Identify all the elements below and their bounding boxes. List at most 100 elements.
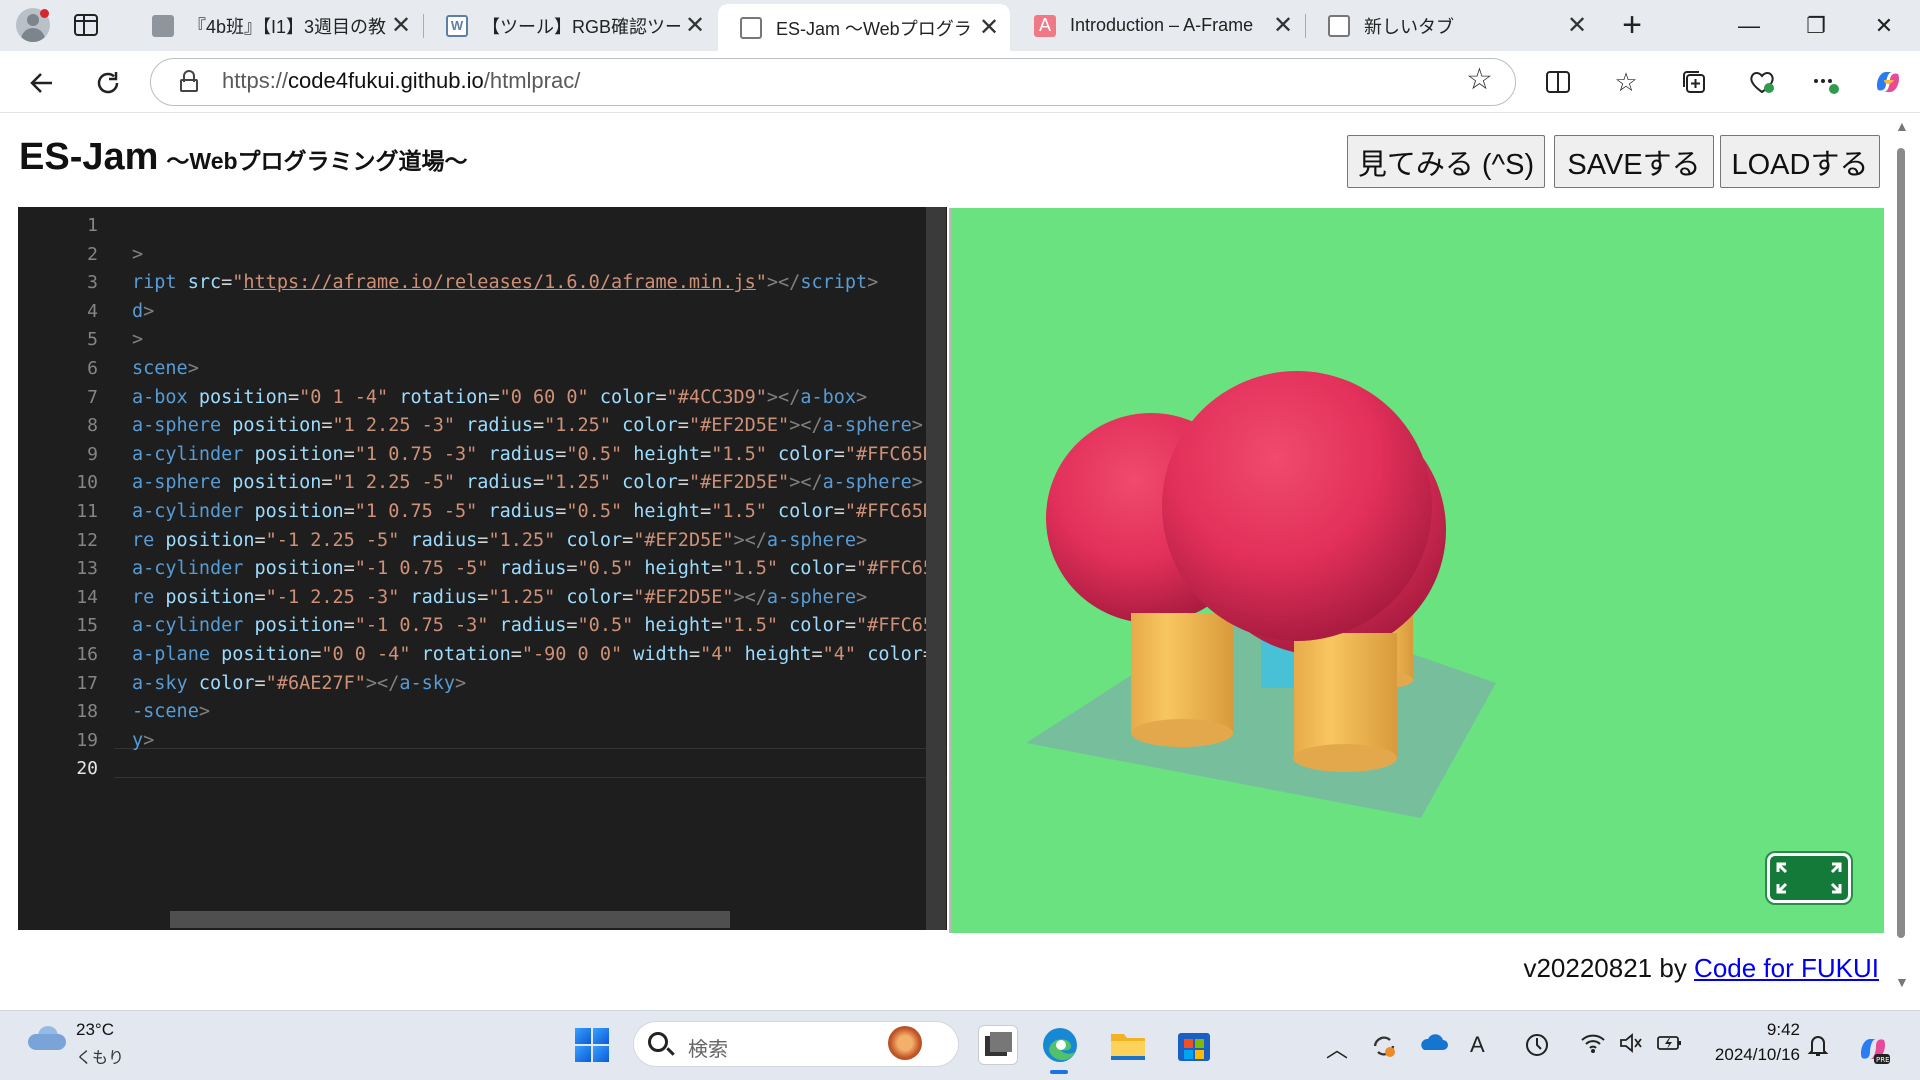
tab-close-icon[interactable]: ✕: [1268, 11, 1298, 40]
code-line[interactable]: d>: [132, 301, 154, 322]
new-tab-button[interactable]: +: [1614, 8, 1650, 44]
code-line[interactable]: a-sphere position="1 2.25 -5" radius="1.…: [132, 472, 923, 493]
tab-4[interactable]: A Introduction – A-Frame ✕: [1012, 0, 1304, 51]
taskbar-date[interactable]: 2024/10/16: [1700, 1045, 1800, 1065]
code-line[interactable]: re position="-1 2.25 -3" radius="1.25" c…: [132, 587, 867, 608]
sync-icon[interactable]: [1370, 1032, 1398, 1066]
code-token: "1.25": [488, 586, 567, 608]
code-token: >: [198, 701, 210, 723]
onedrive-cloud-icon[interactable]: [1418, 1032, 1448, 1060]
tab-3[interactable]: ES-Jam 〜Webプログラミン✕: [718, 4, 1010, 51]
browser-essentials-icon[interactable]: [1742, 62, 1782, 102]
code-line[interactable]: a-sphere position="1 2.25 -3" radius="1.…: [132, 415, 923, 436]
windows-start-icon[interactable]: [575, 1028, 609, 1062]
wifi-icon[interactable]: [1580, 1032, 1606, 1060]
scroll-up-arrow-icon[interactable]: ▲: [1895, 118, 1909, 134]
focus-assist-icon[interactable]: [1524, 1032, 1550, 1064]
code-line[interactable]: >: [132, 244, 143, 265]
code-line[interactable]: scene>: [132, 358, 199, 379]
line-number: 10: [76, 472, 98, 494]
code-line[interactable]: re position="-1 2.25 -5" radius="1.25" c…: [132, 530, 867, 551]
scroll-down-arrow-icon[interactable]: ▼: [1895, 974, 1909, 990]
code-for-fukui-link[interactable]: Code for FUKUI: [1694, 953, 1879, 983]
code-token: height: [633, 501, 701, 522]
code-line[interactable]: a-cylinder position="-1 0.75 -3" radius=…: [132, 615, 945, 636]
save-button[interactable]: SAVEする: [1554, 135, 1714, 188]
refresh-icon[interactable]: [88, 63, 128, 103]
code-token: ript: [132, 272, 188, 294]
code-line[interactable]: a-sky color="#6AE27F"></a-sky>: [132, 673, 466, 694]
code-token: "0.5": [566, 443, 634, 465]
code-token: "1.5": [722, 558, 790, 580]
code-token: >: [856, 586, 868, 608]
code-line[interactable]: >: [132, 329, 143, 350]
collections-icon[interactable]: [1674, 62, 1714, 102]
favorite-star-icon[interactable]: ☆: [1466, 62, 1493, 97]
tab-actions-icon[interactable]: [74, 14, 98, 36]
taskbar-clock[interactable]: 9:42: [1706, 1020, 1800, 1040]
fullscreen-button[interactable]: [1765, 851, 1853, 905]
load-button[interactable]: LOADする: [1720, 135, 1880, 188]
edge-browser-icon[interactable]: [1040, 1025, 1080, 1065]
code-token: a-sky: [399, 672, 456, 694]
battery-charging-icon[interactable]: [1656, 1032, 1684, 1060]
code-token: -scene: [132, 701, 199, 723]
lock-icon[interactable]: [180, 70, 198, 92]
tab-5[interactable]: 新しいタブ ✕: [1306, 0, 1598, 51]
task-view-icon[interactable]: [978, 1025, 1018, 1065]
window-close-button[interactable]: ✕: [1852, 0, 1916, 51]
tab-close-icon[interactable]: ✕: [1562, 11, 1592, 40]
file-explorer-icon[interactable]: [1108, 1025, 1148, 1065]
weather-condition[interactable]: くもり: [76, 1044, 124, 1068]
code-area[interactable]: > ript src="https://aframe.io/releases/1.…: [114, 207, 947, 930]
url-text[interactable]: https://code4fukui.github.io/htmlprac/: [222, 68, 580, 94]
newtab-icon: [1328, 14, 1350, 37]
code-token: =: [343, 558, 355, 580]
split-screen-icon[interactable]: [1538, 62, 1578, 102]
preview-button[interactable]: 見てみる (^S): [1347, 135, 1545, 188]
tab-close-icon[interactable]: ✕: [386, 11, 416, 40]
microsoft-store-icon[interactable]: [1174, 1025, 1214, 1065]
copilot-taskbar-icon[interactable]: PRE: [1856, 1032, 1890, 1072]
show-hidden-icons-chevron-icon[interactable]: ︿: [1326, 1032, 1348, 1064]
minimize-button[interactable]: —: [1717, 0, 1781, 51]
code-token: =: [677, 472, 689, 494]
code-line[interactable]: y>: [132, 730, 154, 751]
code-token: "#6AE27F": [265, 672, 366, 694]
code-line[interactable]: -scene>: [132, 701, 210, 722]
back-arrow-icon[interactable]: [22, 63, 62, 103]
input-method-icon[interactable]: A: [1470, 1032, 1485, 1058]
tab-close-icon[interactable]: ✕: [680, 11, 710, 40]
code-token: position: [221, 644, 311, 665]
maximize-button[interactable]: ❐: [1784, 0, 1848, 51]
code-line[interactable]: a-cylinder position="1 0.75 -3" radius="…: [132, 444, 934, 465]
code-token: radius: [466, 415, 533, 437]
volume-muted-icon[interactable]: [1618, 1032, 1644, 1060]
tab-1[interactable]: 『4b班』【I1】3週目の教材 ✕: [130, 0, 422, 51]
code-line[interactable]: ript src="https://aframe.io/releases/1.6…: [132, 272, 878, 293]
code-token: radius: [410, 529, 478, 551]
page-scroll-thumb[interactable]: [1897, 148, 1905, 938]
search-highlight-icon[interactable]: [888, 1026, 922, 1060]
copilot-icon[interactable]: [1868, 62, 1908, 102]
scene-preview[interactable]: [949, 208, 1884, 933]
tab-2[interactable]: W 【ツール】RGB確認ツール – N✕: [424, 0, 716, 51]
code-token: a-sphere: [822, 472, 912, 494]
code-token: =: [343, 615, 355, 637]
code-line[interactable]: a-plane position="0 0 -4" rotation="-90 …: [132, 644, 934, 665]
page-scrollbar[interactable]: ▲ ▼: [1894, 118, 1909, 998]
editor-vertical-scrollbar[interactable]: [926, 207, 946, 930]
code-line[interactable]: a-cylinder position="1 0.75 -5" radius="…: [132, 501, 934, 522]
weather-temperature[interactable]: 23°C: [76, 1020, 114, 1040]
code-token: =: [711, 615, 723, 637]
taskbar-search-placeholder[interactable]: 検索: [688, 1033, 728, 1062]
notification-bell-icon[interactable]: [1806, 1032, 1830, 1064]
tab-close-icon[interactable]: ✕: [974, 13, 1004, 42]
favorites-icon[interactable]: ☆: [1606, 62, 1646, 102]
cloud-weather-icon[interactable]: [28, 1026, 66, 1050]
code-line[interactable]: a-cylinder position="-1 0.75 -5" radius=…: [132, 558, 945, 579]
editor-horizontal-scrollbar[interactable]: [170, 911, 730, 928]
more-menu-icon[interactable]: [1806, 62, 1846, 102]
code-line[interactable]: a-box position="0 1 -4" rotation="0 60 0…: [132, 387, 867, 408]
code-editor[interactable]: 1 2 3 4 5 6 7 8 9 10 11 12 13 14 15 16 17 18 19 20 > ript sr…: [18, 207, 947, 930]
